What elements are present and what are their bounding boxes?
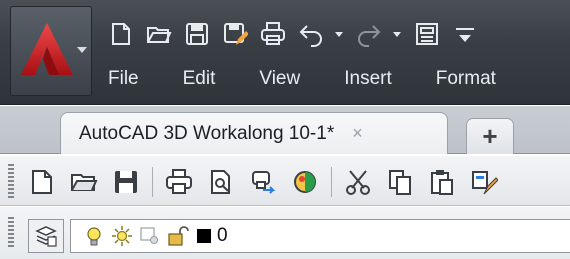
toolbar-grip[interactable] [8,164,14,198]
redo-icon [358,25,381,47]
tab-drawing[interactable]: AutoCAD 3D Workalong 10-1* × [60,112,448,154]
render-icon [294,171,316,193]
cut-icon [346,170,370,195]
layer-control-dropdown[interactable]: 0 [70,219,570,253]
qat-open-button[interactable] [142,17,176,51]
layer-lock-icon[interactable] [165,223,191,249]
autocad-logo-icon [21,23,73,75]
toolbar-separator [152,167,153,197]
menu-bar: File Edit View Insert Format [104,64,536,94]
save-icon [115,171,137,193]
tb-plot-button[interactable] [163,165,195,199]
tb-copy-button[interactable] [384,165,416,199]
current-layer-name: 0 [217,225,228,246]
toolbar-separator [331,167,332,197]
layer-properties-button[interactable] [28,219,64,253]
open-icon [147,27,172,43]
title-bar: File Edit View Insert Format [0,0,570,105]
new-tab-button[interactable]: + [466,118,514,154]
standard-toolbar [0,156,570,206]
application-button[interactable] [10,6,92,96]
close-icon[interactable]: × [352,123,363,144]
tb-cut-button[interactable] [342,165,374,199]
layer-on-icon[interactable] [81,223,107,249]
lightbulb-icon [87,227,101,246]
tb-match-properties-button[interactable] [468,165,500,199]
tb-open-button[interactable] [68,165,100,199]
print-icon [261,22,285,45]
file-tab-strip: AutoCAD 3D Workalong 10-1* × + [0,106,570,154]
plot-preview-icon [211,170,230,194]
qat-workspace-button[interactable] [410,17,444,51]
new-icon [32,170,52,194]
copy-icon [389,170,411,195]
new-icon [112,23,130,45]
menu-view[interactable]: View [255,66,304,92]
plot-icon [166,169,192,194]
layer-properties-icon [35,226,57,247]
qat-print-button[interactable] [256,17,290,51]
application-menu-arrow-icon [77,47,87,53]
layer-color-swatch [197,229,211,243]
qat-redo-button[interactable] [352,17,386,51]
save-icon [186,23,208,45]
unlock-icon [168,226,189,246]
menu-file[interactable]: File [104,66,143,92]
tb-paste-button[interactable] [426,165,458,199]
tb-save-button[interactable] [110,165,142,199]
tb-new-button[interactable] [26,165,58,199]
viewport-sun-icon [140,227,158,244]
quick-access-toolbar [104,16,486,52]
match-properties-icon [472,171,498,195]
sun-icon [112,226,132,246]
workspace-icon [416,23,438,45]
open-icon [71,174,98,191]
qat-undo-button[interactable] [294,17,328,51]
paste-icon [431,170,453,195]
undo-dropdown[interactable] [332,17,346,51]
chevron-down-icon [393,31,401,37]
tb-publish-button[interactable] [247,165,279,199]
qat-customize-button[interactable] [448,17,482,51]
toolbar-grip[interactable] [8,217,14,249]
qat-save-button[interactable] [180,17,214,51]
tb-render-button[interactable] [289,165,321,199]
redo-dropdown[interactable] [390,17,404,51]
menu-edit[interactable]: Edit [179,66,220,92]
publish-icon [252,171,276,194]
chevron-down-icon [335,31,343,37]
qat-save-as-button[interactable] [218,17,252,51]
tab-drawing-label: AutoCAD 3D Workalong 10-1* [79,122,335,144]
tb-plot-preview-button[interactable] [205,165,237,199]
layer-freeze-icon[interactable] [109,223,135,249]
layers-toolbar: 0 [0,207,570,259]
customize-icon [456,28,474,42]
undo-icon [299,25,322,47]
qat-new-button[interactable] [104,17,138,51]
menu-format[interactable]: Format [432,66,500,92]
layer-viewport-freeze-icon[interactable] [137,223,163,249]
save-as-icon [224,23,248,45]
menu-insert[interactable]: Insert [340,66,396,92]
